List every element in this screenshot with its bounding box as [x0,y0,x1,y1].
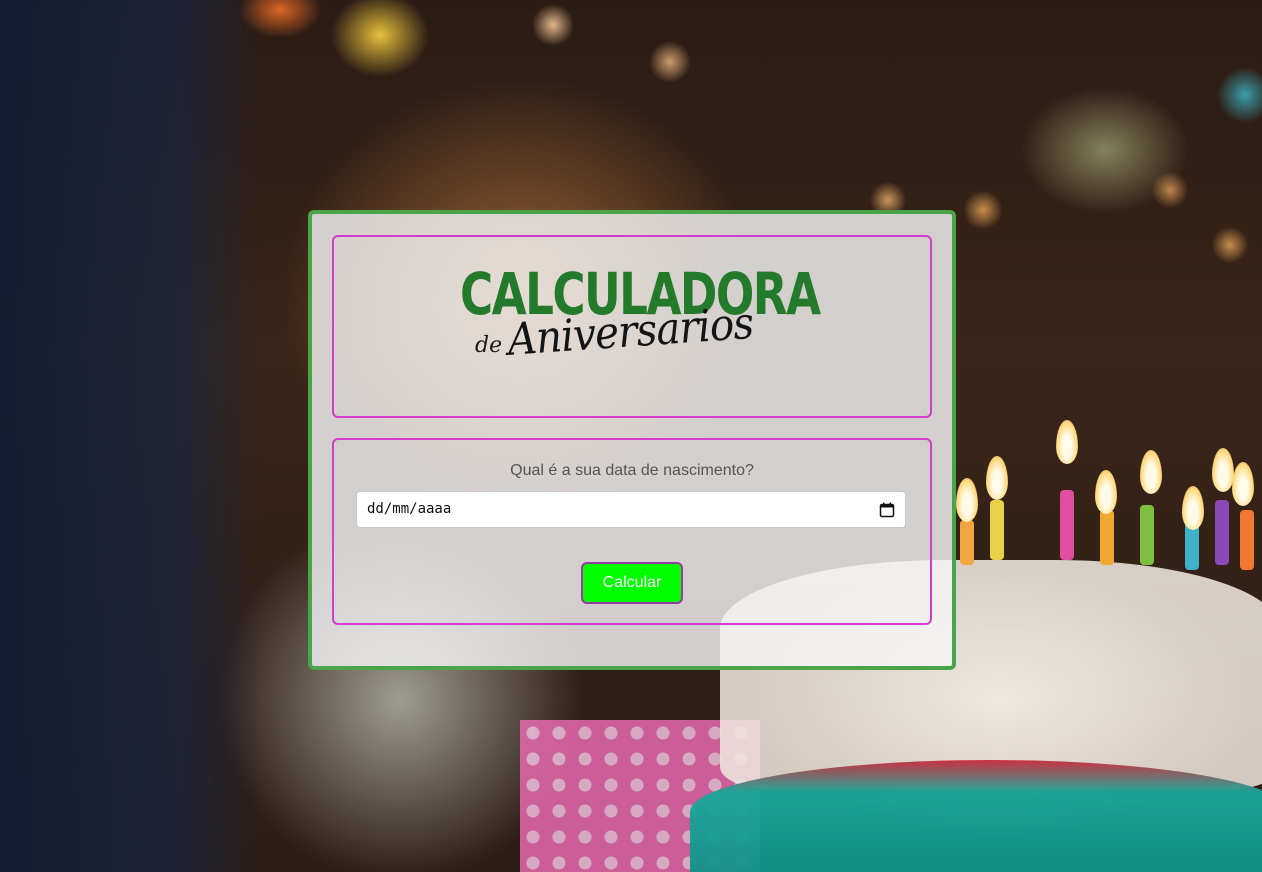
birthdate-form: Qual é a sua data de nascimento? dd/mm/a… [332,438,932,625]
logo-box: CALCULADORA de Aniversarios [332,235,932,418]
candle [1215,500,1229,565]
calculate-button[interactable]: Calcular [581,562,683,604]
candle-flame [1140,450,1162,494]
candle-flame [1182,486,1204,530]
birthdate-input[interactable]: dd/mm/aaaa [356,491,906,528]
candle [990,500,1004,560]
candle [1100,510,1114,565]
candle-flame [1232,462,1254,506]
candle-flame [1056,420,1078,464]
candle [1240,510,1254,570]
background-left-shade [0,0,260,872]
logo-de: de [475,333,503,358]
birthdate-input-value: dd/mm/aaaa [367,501,452,517]
candle-flame [986,456,1008,500]
calendar-icon[interactable] [879,502,895,518]
background-cake-base [690,760,1262,872]
candle-flame [1095,470,1117,514]
birthdate-question-label: Qual é a sua data de nascimento? [510,462,754,479]
calculator-card: CALCULADORA de Aniversarios Qual é a sua… [308,210,956,670]
candle [1140,505,1154,565]
candle-flame [956,478,978,522]
candle [960,520,974,565]
candle [1060,490,1074,560]
candle-flame [1212,448,1234,492]
